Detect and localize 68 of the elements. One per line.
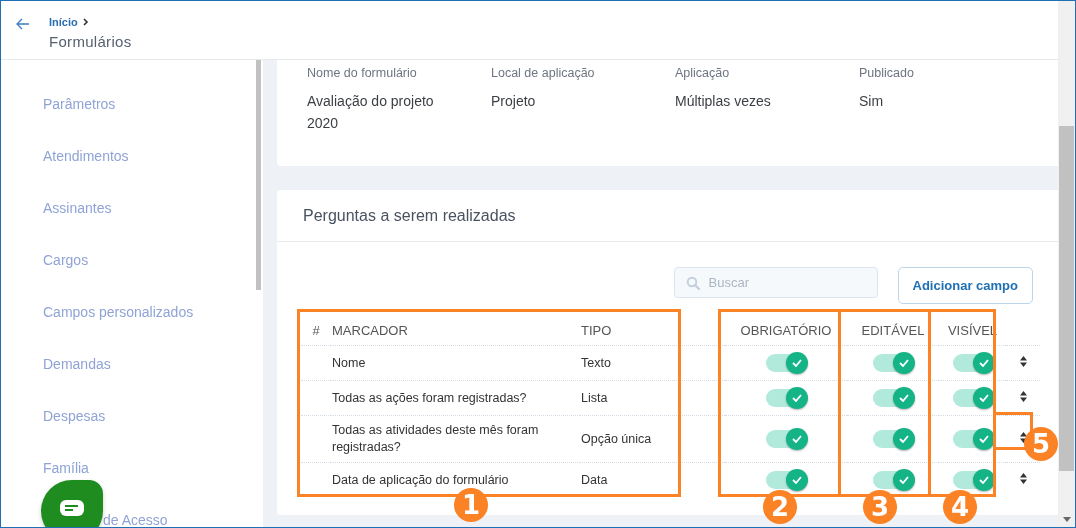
column-header: # xyxy=(312,323,320,338)
table-cell-text: Data de aplicação do formulário xyxy=(332,471,510,489)
toggle-switch[interactable] xyxy=(952,430,993,448)
page-title: Formulários xyxy=(49,33,132,50)
chat-icon xyxy=(60,500,84,516)
check-icon xyxy=(899,476,909,484)
field-value: Avaliação do projeto 2020 xyxy=(307,92,435,133)
check-icon xyxy=(978,359,989,367)
table-cell-text: Todas as ações foram registradas? xyxy=(332,389,528,407)
toggle-switch[interactable] xyxy=(766,389,806,407)
sidebar-item[interactable]: Cargos xyxy=(43,250,89,270)
scrollbar-thumb[interactable] xyxy=(256,60,261,290)
sidebar-item[interactable]: Parâmetros xyxy=(43,94,116,114)
breadcrumb-link[interactable]: Início xyxy=(49,16,78,28)
check-icon xyxy=(978,394,989,402)
toggle-switch[interactable] xyxy=(952,471,993,489)
check-icon xyxy=(792,359,802,367)
sidebar-item[interactable]: Família xyxy=(43,458,89,478)
check-icon xyxy=(978,476,989,484)
table-cell: Texto xyxy=(581,356,611,370)
toggle-switch[interactable] xyxy=(952,354,993,372)
sort-handle-icon[interactable] xyxy=(1019,356,1027,367)
check-icon xyxy=(899,359,909,367)
field-label: Nome do formulário xyxy=(307,65,418,82)
toggle-switch[interactable] xyxy=(766,430,806,448)
column-header: TIPO xyxy=(581,323,612,338)
sidebar-item[interactable]: Atendimentos xyxy=(43,146,129,166)
sidebar-item[interactable]: Despesas xyxy=(43,406,106,426)
toggle-switch[interactable] xyxy=(873,471,913,489)
check-icon xyxy=(792,476,802,484)
check-icon xyxy=(792,394,802,402)
toggle-switch[interactable] xyxy=(952,389,993,407)
column-header: MARCADOR xyxy=(332,323,408,338)
toggle-switch[interactable] xyxy=(766,354,806,372)
check-icon xyxy=(792,435,802,443)
toggle-switch[interactable] xyxy=(766,471,806,489)
sort-handle-icon[interactable] xyxy=(1019,391,1027,402)
table-cell-text: Todas as atividades deste mês foram registradas? xyxy=(332,422,540,456)
check-icon xyxy=(978,435,989,443)
toggle-switch[interactable] xyxy=(873,389,913,407)
add-field-button[interactable]: Adicionar campo xyxy=(897,267,1033,304)
scroll-down-icon[interactable] xyxy=(1063,517,1071,522)
field-value: Múltiplas vezes xyxy=(675,92,772,111)
table-cell: Data xyxy=(581,473,608,487)
field-label: Aplicação xyxy=(675,65,731,82)
chevron-right-icon xyxy=(82,18,89,26)
back-arrow-icon[interactable] xyxy=(16,18,30,30)
table-cell-text: Nome xyxy=(332,354,367,372)
sidebar-item[interactable]: Demandas xyxy=(43,354,111,374)
chat-button[interactable] xyxy=(41,480,103,527)
sidebar-item[interactable]: de Acesso xyxy=(103,510,168,527)
toggle-switch[interactable] xyxy=(873,354,913,372)
field-label: Publicado xyxy=(859,65,915,82)
table-cell: Opção única xyxy=(581,432,652,446)
field-value: Projeto xyxy=(491,92,537,111)
column-header: EDITÁVEL xyxy=(861,323,925,338)
scrollbar-thumb[interactable] xyxy=(1059,126,1074,471)
check-icon xyxy=(899,435,909,443)
check-icon xyxy=(899,394,909,402)
table-cell: Lista xyxy=(581,391,608,405)
sort-handle-icon[interactable] xyxy=(1019,473,1027,484)
field-label: Local de aplicação xyxy=(491,65,596,82)
toggle-switch[interactable] xyxy=(873,430,913,448)
sidebar-item[interactable]: Campos personalizados xyxy=(43,302,194,322)
field-value: Sim xyxy=(859,92,885,111)
column-header: OBRIGATÓRIO xyxy=(740,323,832,338)
search-field[interactable]: Buscar xyxy=(673,267,878,298)
sidebar-item[interactable]: Assinantes xyxy=(43,198,112,218)
